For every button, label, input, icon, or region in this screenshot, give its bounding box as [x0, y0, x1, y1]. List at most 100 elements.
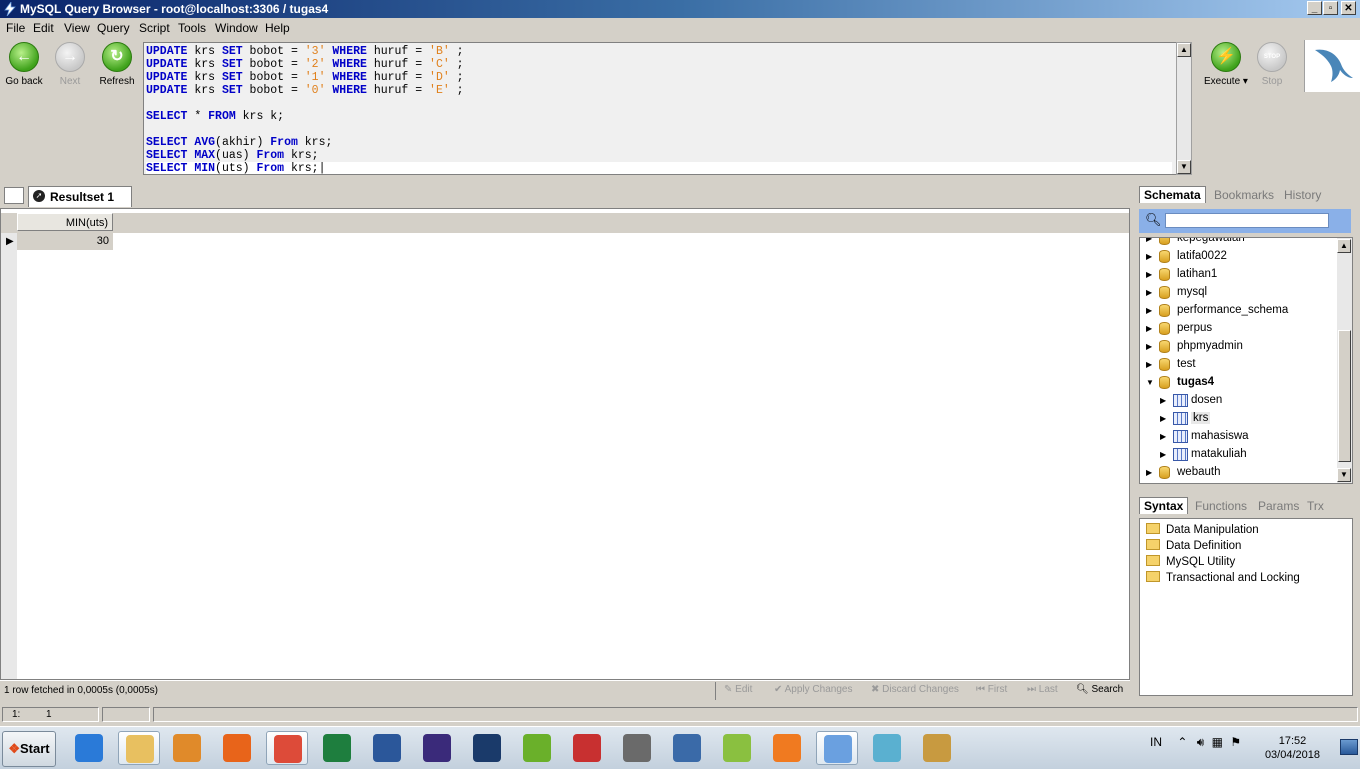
editor-line[interactable]	[146, 97, 1172, 110]
collapsed-icon[interactable]: ▶	[1160, 432, 1166, 441]
collapsed-icon[interactable]: ▶	[1146, 252, 1152, 261]
tab-params[interactable]: Params	[1258, 499, 1299, 513]
list-item[interactable]: Data Definition	[1146, 539, 1241, 552]
internet-explorer-taskbar-button[interactable]	[68, 731, 110, 765]
minimize-button[interactable]: _	[1307, 1, 1322, 15]
schema-item[interactable]: ▶ mysql	[1140, 284, 1334, 302]
tab-functions[interactable]: Functions	[1195, 499, 1247, 513]
editor-line[interactable]	[146, 123, 1172, 136]
refresh-button[interactable]: ↻ Refresh	[94, 42, 140, 87]
last-button[interactable]: ⏭ Last	[1027, 684, 1058, 695]
collapsed-icon[interactable]: ▶	[1146, 288, 1152, 297]
discard-changes-button[interactable]: ✖ Discard Changes	[871, 684, 959, 695]
schema-item[interactable]: ▶ latifa0022	[1140, 248, 1334, 266]
schema-item[interactable]: ▶ test	[1140, 356, 1334, 374]
schema-item[interactable]: ▼ tugas4	[1140, 374, 1334, 392]
schema-item[interactable]: ▶ latihan1	[1140, 266, 1334, 284]
android-taskbar-button[interactable]	[716, 731, 758, 765]
schema-item[interactable]: ▶ performance_schema	[1140, 302, 1334, 320]
menu-help[interactable]: Help	[265, 21, 290, 35]
table-cell[interactable]: 30	[17, 233, 113, 250]
tray-expand-icon[interactable]: ⌃	[1177, 735, 1187, 749]
table-item[interactable]: ▶ mahasiswa	[1140, 428, 1334, 446]
next-button[interactable]: → Next	[47, 42, 93, 87]
table-item[interactable]: ▶ matakuliah	[1140, 446, 1334, 464]
app-32-taskbar-button[interactable]	[616, 731, 658, 765]
editor-line[interactable]: UPDATE krs SET bobot = '2' WHERE huruf =…	[146, 58, 1172, 71]
list-item[interactable]: MySQL Utility	[1146, 555, 1235, 568]
collapsed-icon[interactable]: ▶	[1146, 324, 1152, 333]
action-center-icon[interactable]: ⚑	[1230, 735, 1241, 749]
schema-item[interactable]: ▶ phpmyadmin	[1140, 338, 1334, 356]
edit-button[interactable]: ✎ Edit	[724, 684, 752, 695]
media-player-taskbar-button[interactable]	[166, 731, 208, 765]
language-indicator[interactable]: IN	[1150, 735, 1162, 749]
tab-resultset-1[interactable]: ➚ Resultset 1	[28, 186, 132, 207]
editor-line[interactable]: SELECT * FROM krs k;	[146, 110, 1172, 123]
mysql-query-browser-taskbar-button[interactable]	[816, 731, 858, 765]
tree-scroll-down-icon[interactable]: ▼	[1337, 468, 1351, 482]
tab-history[interactable]: History	[1284, 188, 1321, 202]
editor-line[interactable]: UPDATE krs SET bobot = '1' WHERE huruf =…	[146, 71, 1172, 84]
photoshop-taskbar-button[interactable]	[466, 731, 508, 765]
paint-taskbar-button[interactable]	[916, 731, 958, 765]
menu-query[interactable]: Query	[97, 21, 130, 35]
editor-line[interactable]: UPDATE krs SET bobot = '3' WHERE huruf =…	[146, 45, 1172, 58]
screen-capture-taskbar-button[interactable]	[666, 731, 708, 765]
result-grid[interactable]: MIN(uts) ▶ 30	[0, 208, 1130, 680]
collapsed-icon[interactable]: ▶	[1160, 414, 1166, 423]
search-button[interactable]: 🔍︎ Search	[1076, 684, 1123, 695]
tree-scroll-thumb[interactable]	[1338, 330, 1351, 462]
editor-line[interactable]: UPDATE krs SET bobot = '0' WHERE huruf =…	[146, 84, 1172, 97]
schema-item[interactable]: ▶ webauth	[1140, 464, 1334, 482]
schema-item[interactable]: ▶ kepegawaian	[1140, 238, 1334, 248]
menu-file[interactable]: File	[6, 21, 25, 35]
chrome-taskbar-button[interactable]	[266, 731, 308, 765]
firefox-taskbar-button[interactable]	[216, 731, 258, 765]
xampp-taskbar-button[interactable]	[766, 731, 808, 765]
menu-script[interactable]: Script	[139, 21, 170, 35]
menu-view[interactable]: View	[64, 21, 90, 35]
collapsed-icon[interactable]: ▶	[1160, 396, 1166, 405]
collapsed-icon[interactable]: ▶	[1146, 306, 1152, 315]
schema-item[interactable]: ▶ perpus	[1140, 320, 1334, 338]
clock[interactable]: 17:52 03/04/2018	[1265, 734, 1320, 762]
eclipse-taskbar-button[interactable]	[416, 731, 458, 765]
file-explorer-taskbar-button[interactable]	[118, 731, 160, 765]
schemata-search-input[interactable]	[1165, 213, 1329, 228]
editor-line[interactable]: SELECT AVG(akhir) From krs;	[146, 136, 1172, 149]
tab-trx[interactable]: Trx	[1307, 499, 1324, 513]
menu-edit[interactable]: Edit	[33, 21, 54, 35]
tab-bookmarks[interactable]: Bookmarks	[1214, 188, 1274, 202]
menu-window[interactable]: Window	[215, 21, 258, 35]
scroll-down-icon[interactable]: ▼	[1177, 160, 1191, 174]
go-back-button[interactable]: ← Go back	[1, 42, 47, 87]
menu-tools[interactable]: Tools	[178, 21, 206, 35]
syntax-list[interactable]: Data Manipulation Data Definition MySQL …	[1139, 518, 1353, 696]
tab-schemata[interactable]: Schemata	[1139, 186, 1206, 203]
collapsed-icon[interactable]: ▶	[1146, 270, 1152, 279]
tab-syntax[interactable]: Syntax	[1139, 497, 1189, 514]
show-desktop-icon[interactable]	[1340, 739, 1358, 755]
word-taskbar-button[interactable]	[366, 731, 408, 765]
collapsed-icon[interactable]: ▶	[1146, 360, 1152, 369]
toefl-taskbar-button[interactable]	[566, 731, 608, 765]
table-item[interactable]: ▶ dosen	[1140, 392, 1334, 410]
collapsed-icon[interactable]: ▶	[1146, 238, 1152, 243]
tree-scroll-up-icon[interactable]: ▲	[1337, 239, 1351, 253]
restore-button[interactable]: ▫	[1323, 1, 1338, 15]
close-button[interactable]: ✕	[1341, 1, 1356, 15]
tree-scrollbar[interactable]: ▲ ▼	[1337, 238, 1352, 483]
editor-line[interactable]: SELECT MAX(uas) From krs;	[146, 149, 1172, 162]
network-icon[interactable]: ▦	[1212, 735, 1223, 749]
execute-button[interactable]: ⚡ Execute ▾	[1203, 42, 1249, 87]
editor-scrollbar[interactable]: ▲ ▼	[1176, 42, 1192, 175]
new-tab-icon[interactable]	[4, 187, 24, 204]
sql-editor[interactable]: UPDATE krs SET bobot = '3' WHERE huruf =…	[143, 42, 1177, 175]
collapsed-icon[interactable]: ▶	[1146, 468, 1152, 477]
greenfoot-taskbar-button[interactable]	[516, 731, 558, 765]
stop-button[interactable]: STOP Stop	[1249, 42, 1295, 87]
apply-changes-button[interactable]: ✔ Apply Changes	[774, 684, 852, 695]
first-button[interactable]: ⏮ First	[976, 684, 1007, 695]
list-item[interactable]: Transactional and Locking	[1146, 571, 1300, 584]
